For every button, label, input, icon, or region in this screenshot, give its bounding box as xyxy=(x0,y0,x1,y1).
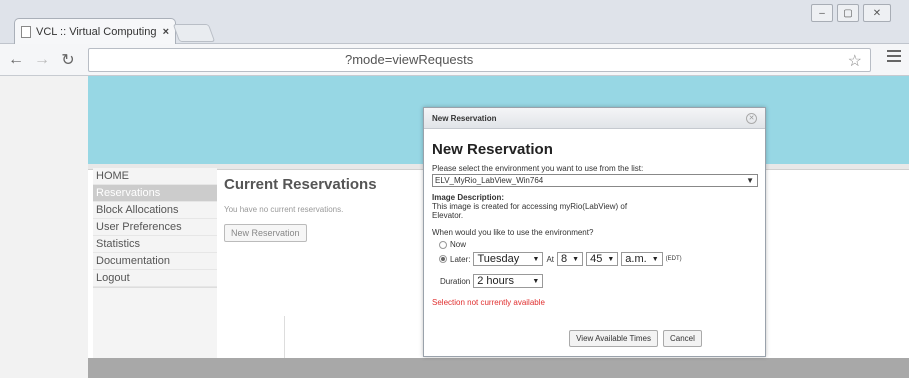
image-description-line1: This image is created for accessing myRi… xyxy=(432,202,628,211)
chevron-down-icon: ▼ xyxy=(532,255,540,263)
at-label: At xyxy=(546,254,555,264)
availability-warning: Selection not currently available xyxy=(432,298,545,307)
dialog-actions: View Available Times Cancel xyxy=(424,330,767,347)
day-value: Tuesday xyxy=(477,253,520,265)
side-navigation: HOME Reservations Block Allocations User… xyxy=(93,168,217,358)
now-option[interactable]: Now xyxy=(432,240,757,249)
image-description-label: Image Description: xyxy=(432,193,505,202)
dialog-header: New Reservation ✕ xyxy=(424,108,765,129)
new-reservation-dialog: New Reservation ✕ New Reservation Please… xyxy=(423,107,766,357)
minimize-button[interactable]: – xyxy=(811,4,833,22)
timezone-label: (EDT) xyxy=(665,256,682,262)
cancel-button[interactable]: Cancel xyxy=(662,330,702,347)
image-description-line2: Elevator. xyxy=(432,211,464,220)
minute-select[interactable]: 45 ▼ xyxy=(586,252,619,266)
chevron-down-icon: ▼ xyxy=(607,255,615,263)
duration-value: 2 hours xyxy=(477,275,514,287)
browser-toolbar: ← → ↻ ?mode=viewRequests ☆ xyxy=(0,44,909,76)
hour-value: 8 xyxy=(561,253,568,265)
nav-spacer xyxy=(93,287,217,357)
browser-titlebar: VCL :: Virtual Computing L × – ▢ ✕ xyxy=(0,0,909,44)
environment-select[interactable]: ELV_MyRio_LabView_Win764 ▼ xyxy=(432,174,758,187)
later-option: Later: Tuesday ▼ At 8 ▼ 45 ▼ a.m. ▼ (EDT) xyxy=(432,252,757,266)
nav-item-home[interactable]: HOME xyxy=(93,168,217,185)
ampm-select[interactable]: a.m. ▼ xyxy=(621,252,663,266)
new-tab-button[interactable] xyxy=(172,24,216,42)
forward-arrow-icon[interactable]: → xyxy=(32,50,52,70)
view-available-times-button[interactable]: View Available Times xyxy=(569,330,658,347)
bookmark-star-icon[interactable]: ☆ xyxy=(848,51,862,71)
close-window-button[interactable]: ✕ xyxy=(863,4,891,22)
hour-select[interactable]: 8 ▼ xyxy=(557,252,584,266)
back-arrow-icon[interactable]: ← xyxy=(6,50,26,70)
window-controls: – ▢ ✕ xyxy=(811,4,891,22)
environment-value: ELV_MyRio_LabView_Win764 xyxy=(435,176,544,185)
chevron-down-icon: ▼ xyxy=(532,277,540,285)
address-bar[interactable]: ?mode=viewRequests ☆ xyxy=(88,48,871,72)
browser-tab[interactable]: VCL :: Virtual Computing L × xyxy=(14,18,176,44)
ampm-value: a.m. xyxy=(625,253,647,265)
page-icon xyxy=(21,25,31,38)
when-question: When would you like to use the environme… xyxy=(432,228,594,237)
content-divider xyxy=(284,316,285,358)
reload-icon[interactable]: ↻ xyxy=(58,50,78,70)
nav-item-documentation[interactable]: Documentation xyxy=(93,253,217,270)
nav-item-statistics[interactable]: Statistics xyxy=(93,236,217,253)
chevron-down-icon: ▼ xyxy=(746,176,754,185)
page-left-margin xyxy=(0,76,88,378)
url-text: ?mode=viewRequests xyxy=(345,52,474,67)
now-radio[interactable] xyxy=(439,240,447,249)
duration-row: Duration 2 hours ▼ xyxy=(432,274,757,288)
chevron-down-icon: ▼ xyxy=(651,255,659,263)
duration-label: Duration xyxy=(440,276,471,286)
new-reservation-button[interactable]: New Reservation xyxy=(224,224,307,242)
nav-item-user-preferences[interactable]: User Preferences xyxy=(93,219,217,236)
dialog-heading: New Reservation xyxy=(432,141,553,158)
minute-value: 45 xyxy=(590,253,603,265)
dialog-header-title: New Reservation xyxy=(432,113,497,123)
environment-prompt: Please select the environment you want t… xyxy=(432,164,644,173)
maximize-button[interactable]: ▢ xyxy=(837,4,859,22)
menu-icon[interactable] xyxy=(887,50,901,62)
later-radio[interactable] xyxy=(439,255,447,263)
dialog-body: New Reservation Please select the enviro… xyxy=(424,129,765,307)
dialog-close-icon[interactable]: ✕ xyxy=(746,112,757,124)
chevron-down-icon: ▼ xyxy=(572,255,580,263)
nav-item-reservations[interactable]: Reservations xyxy=(93,185,217,202)
nav-item-block-allocations[interactable]: Block Allocations xyxy=(93,202,217,219)
duration-select[interactable]: 2 hours ▼ xyxy=(473,274,544,288)
now-label: Now xyxy=(450,240,467,249)
tab-close-icon[interactable]: × xyxy=(163,26,169,38)
later-label: Later: xyxy=(450,254,471,264)
nav-item-logout[interactable]: Logout xyxy=(93,270,217,287)
footer-bar xyxy=(88,358,909,378)
tab-title: VCL :: Virtual Computing L xyxy=(36,25,158,38)
day-select[interactable]: Tuesday ▼ xyxy=(473,252,544,266)
